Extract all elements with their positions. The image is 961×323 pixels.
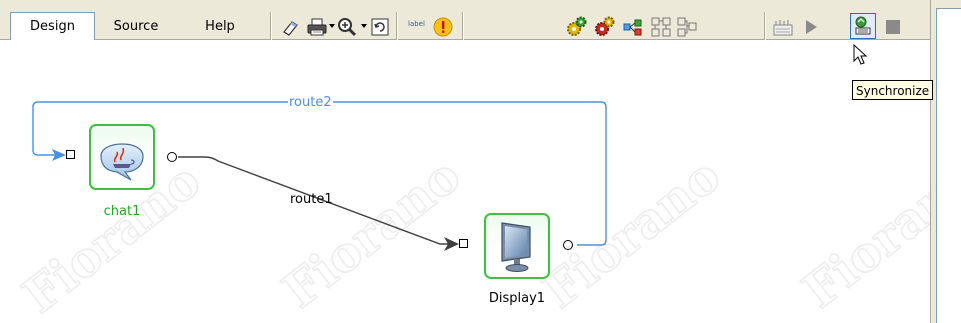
monitor-icon xyxy=(501,222,531,272)
synchronize-icon xyxy=(855,16,871,35)
synchronize-button[interactable] xyxy=(850,13,876,39)
eraser-button[interactable] xyxy=(280,16,302,38)
refresh-button[interactable] xyxy=(369,16,391,38)
play-icon xyxy=(806,20,817,34)
display1-output-port[interactable] xyxy=(563,240,573,250)
connect-icon xyxy=(623,19,642,36)
zoom-button[interactable] xyxy=(336,16,358,38)
tab-design[interactable]: Design xyxy=(10,12,95,41)
chat1-input-port[interactable] xyxy=(66,150,75,159)
print-button[interactable] xyxy=(306,16,328,38)
run-button[interactable] xyxy=(800,16,822,38)
stop-icon xyxy=(886,20,900,34)
toolbar-separator xyxy=(462,12,464,40)
right-side-panel xyxy=(930,0,961,323)
stop-services-button[interactable] xyxy=(594,16,616,38)
palette-icon xyxy=(773,20,793,36)
display1-input-port[interactable] xyxy=(459,239,468,248)
tab-source[interactable]: Source xyxy=(97,14,175,40)
refresh-icon xyxy=(371,18,389,36)
start-gear-icon xyxy=(567,16,587,36)
label-button-text: label xyxy=(408,20,425,28)
zoom-dropdown-caret[interactable] xyxy=(361,24,367,28)
eraser-icon xyxy=(283,21,298,36)
label-button[interactable]: label xyxy=(404,16,432,38)
chat1-output-port[interactable] xyxy=(167,152,177,162)
display1-node[interactable] xyxy=(484,213,550,279)
toolbar-separator xyxy=(270,12,272,40)
toolbar-separator xyxy=(764,12,766,40)
connect-button[interactable] xyxy=(622,16,644,38)
launch-button[interactable] xyxy=(566,16,588,38)
toolbar-separator xyxy=(396,12,398,40)
layout-icon xyxy=(651,17,671,37)
route1-label[interactable]: route1 xyxy=(290,192,333,207)
layout-button[interactable] xyxy=(650,16,672,38)
chat1-node[interactable] xyxy=(89,124,155,190)
warning-button[interactable] xyxy=(432,16,454,38)
mouse-cursor-icon xyxy=(853,44,868,65)
chat1-node-label: chat1 xyxy=(103,204,141,219)
service-designer-window: Design Source Help label Fiorano Fiorano… xyxy=(0,0,961,323)
palette-button[interactable] xyxy=(772,16,794,38)
display1-node-label: Display1 xyxy=(488,291,546,306)
side-panel-content xyxy=(936,8,961,323)
design-canvas[interactable]: Fiorano Fiorano Fiorano Fiorano chat1 Di… xyxy=(0,40,930,323)
print-icon xyxy=(307,18,327,36)
toolbar: Design Source Help label xyxy=(0,0,930,41)
print-dropdown-caret[interactable] xyxy=(329,24,335,28)
layout-tree-icon xyxy=(677,17,697,37)
stop-button[interactable] xyxy=(882,16,904,38)
zoom-icon xyxy=(338,18,357,37)
tree-layout-button[interactable] xyxy=(676,16,698,38)
synchronize-tooltip: Synchronize xyxy=(852,80,934,100)
warning-icon xyxy=(433,17,453,37)
java-chat-icon xyxy=(100,143,144,181)
stop-gear-icon xyxy=(595,16,615,36)
tab-help[interactable]: Help xyxy=(190,14,250,40)
route2-label[interactable]: route2 xyxy=(288,95,333,110)
